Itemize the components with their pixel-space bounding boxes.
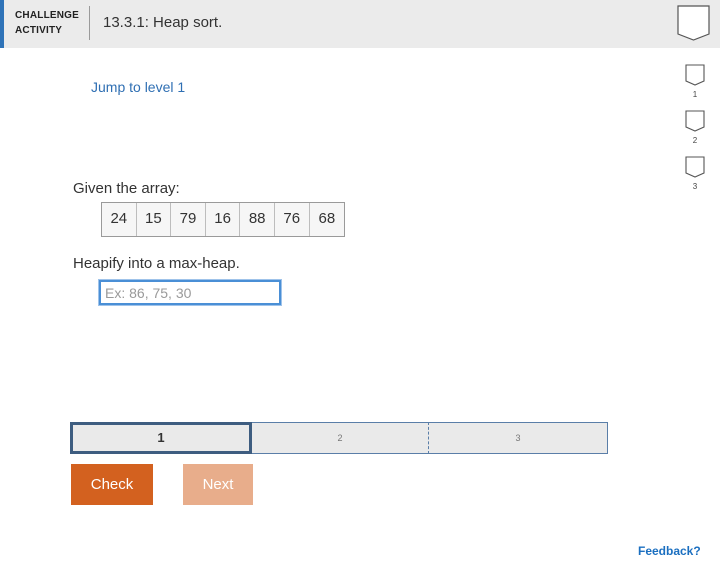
- array-cell: 79: [171, 203, 206, 236]
- level-shield-icon: [685, 110, 705, 132]
- activity-header: CHALLENGE ACTIVITY 13.3.1: Heap sort.: [0, 0, 720, 48]
- heapify-instruction: Heapify into a max-heap.: [73, 255, 240, 272]
- heap-answer-input[interactable]: [99, 280, 281, 305]
- array-cell: 76: [275, 203, 310, 236]
- activity-type-line2: ACTIVITY: [15, 25, 63, 36]
- array-cell: 15: [137, 203, 172, 236]
- progress-segment-2: 2: [252, 422, 429, 454]
- level-number: 3: [692, 182, 698, 191]
- shield-outline-icon: [677, 5, 710, 41]
- header-divider: [89, 6, 90, 40]
- array-cell: 24: [102, 203, 137, 236]
- activity-title: 13.3.1: Heap sort.: [103, 14, 223, 31]
- array-display: 24 15 79 16 88 76 68: [101, 202, 346, 237]
- level-shield-icon: [685, 156, 705, 178]
- check-button[interactable]: Check: [71, 464, 153, 505]
- array-cell: 16: [206, 203, 241, 236]
- header-accent-bar: [0, 0, 4, 48]
- activity-type-label: CHALLENGE ACTIVITY: [15, 8, 79, 38]
- array-cell: 88: [240, 203, 275, 236]
- level-indicator-3[interactable]: 3: [680, 156, 710, 196]
- level-indicator-2[interactable]: 2: [680, 110, 710, 150]
- next-button[interactable]: Next: [183, 464, 253, 505]
- level-number: 2: [692, 136, 698, 145]
- challenge-activity: CHALLENGE ACTIVITY 13.3.1: Heap sort. Ju…: [0, 0, 720, 569]
- activity-type-line1: CHALLENGE: [15, 10, 80, 21]
- jump-to-level-link[interactable]: Jump to level 1: [91, 79, 185, 95]
- level-number: 1: [692, 90, 698, 99]
- level-progress-bar: 1 2 3: [70, 422, 608, 454]
- progress-segment-1[interactable]: 1: [70, 422, 252, 454]
- feedback-link[interactable]: Feedback?: [638, 544, 701, 558]
- given-array-label: Given the array:: [73, 180, 180, 197]
- level-indicator-1[interactable]: 1: [680, 64, 710, 104]
- level-shield-icon: [685, 64, 705, 86]
- array-cell: 68: [318, 210, 336, 227]
- progress-segment-3: 3: [429, 422, 608, 454]
